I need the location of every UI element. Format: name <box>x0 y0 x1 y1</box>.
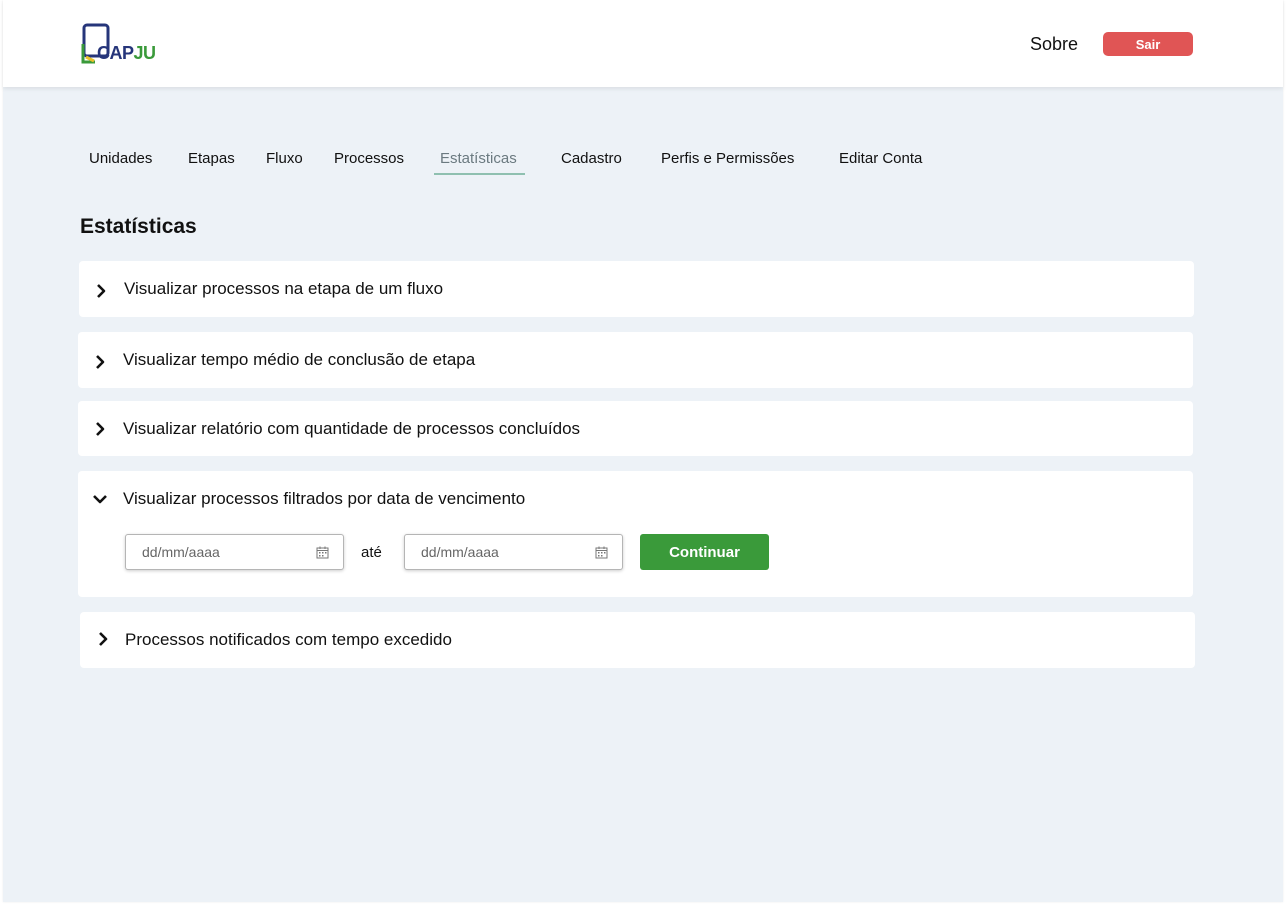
accordion-item: Processos notificados com tempo excedido <box>80 612 1195 668</box>
chevron-right-icon <box>99 632 108 646</box>
chevron-down-icon <box>93 495 107 504</box>
about-link[interactable]: Sobre <box>1030 34 1078 55</box>
start-date-input[interactable] <box>126 535 343 569</box>
nav-item-fluxo[interactable]: Fluxo <box>266 150 303 173</box>
continue-button[interactable]: Continuar <box>640 534 769 570</box>
calendar-icon[interactable] <box>595 546 608 559</box>
accordion-item-expanded: Visualizar processos filtrados por data … <box>78 471 1193 597</box>
app-frame: CAPJU Sobre Sair Unidades Etapas Fluxo P… <box>3 0 1283 902</box>
chevron-right-icon <box>96 422 105 436</box>
accordion-label: Visualizar processos filtrados por data … <box>123 489 526 508</box>
nav-item-cadastro[interactable]: Cadastro <box>561 150 622 173</box>
date-range-separator: até <box>361 544 382 561</box>
page-title: Estatísticas <box>80 215 197 238</box>
nav-item-perfis-permissoes[interactable]: Perfis e Permissões <box>661 150 794 173</box>
chevron-right-icon <box>96 355 105 369</box>
accordion-label: Visualizar processos na etapa de um flux… <box>124 279 444 298</box>
accordion-item: Visualizar processos na etapa de um flux… <box>79 261 1194 317</box>
accordion-header[interactable]: Visualizar processos filtrados por data … <box>78 471 1193 527</box>
capju-logo[interactable]: CAPJU <box>81 22 157 66</box>
logo-text-ju: JU <box>133 43 157 63</box>
start-date-field[interactable] <box>125 534 344 570</box>
accordion-header[interactable]: Visualizar tempo médio de conclusão de e… <box>78 332 1193 388</box>
accordion-header[interactable]: Visualizar relatório com quantidade de p… <box>78 401 1193 457</box>
nav-item-processos[interactable]: Processos <box>334 150 404 173</box>
logout-button[interactable]: Sair <box>1103 32 1193 56</box>
end-date-input[interactable] <box>405 535 622 569</box>
accordion-label: Processos notificados com tempo excedido <box>125 630 452 649</box>
accordion-header[interactable]: Processos notificados com tempo excedido <box>80 612 1195 668</box>
accordion-label: Visualizar relatório com quantidade de p… <box>123 419 581 438</box>
accordion-label: Visualizar tempo médio de conclusão de e… <box>123 350 476 369</box>
logo-text: CAPJU <box>97 43 156 64</box>
nav-item-unidades[interactable]: Unidades <box>89 150 152 173</box>
calendar-icon[interactable] <box>316 546 329 559</box>
accordion-item: Visualizar relatório com quantidade de p… <box>78 401 1193 456</box>
chevron-right-icon <box>97 284 106 298</box>
active-tab-underline <box>434 173 525 175</box>
nav-item-estatisticas[interactable]: Estatísticas <box>440 150 517 173</box>
logo-text-cap: CAP <box>97 43 134 63</box>
accordion-header[interactable]: Visualizar processos na etapa de um flux… <box>79 261 1194 317</box>
accordion-item: Visualizar tempo médio de conclusão de e… <box>78 332 1193 388</box>
header: CAPJU Sobre Sair <box>3 0 1283 87</box>
end-date-field[interactable] <box>404 534 623 570</box>
nav-item-editar-conta[interactable]: Editar Conta <box>839 150 922 173</box>
nav-item-etapas[interactable]: Etapas <box>188 150 235 173</box>
main-nav: Unidades Etapas Fluxo Processos Estatíst… <box>3 150 1283 180</box>
